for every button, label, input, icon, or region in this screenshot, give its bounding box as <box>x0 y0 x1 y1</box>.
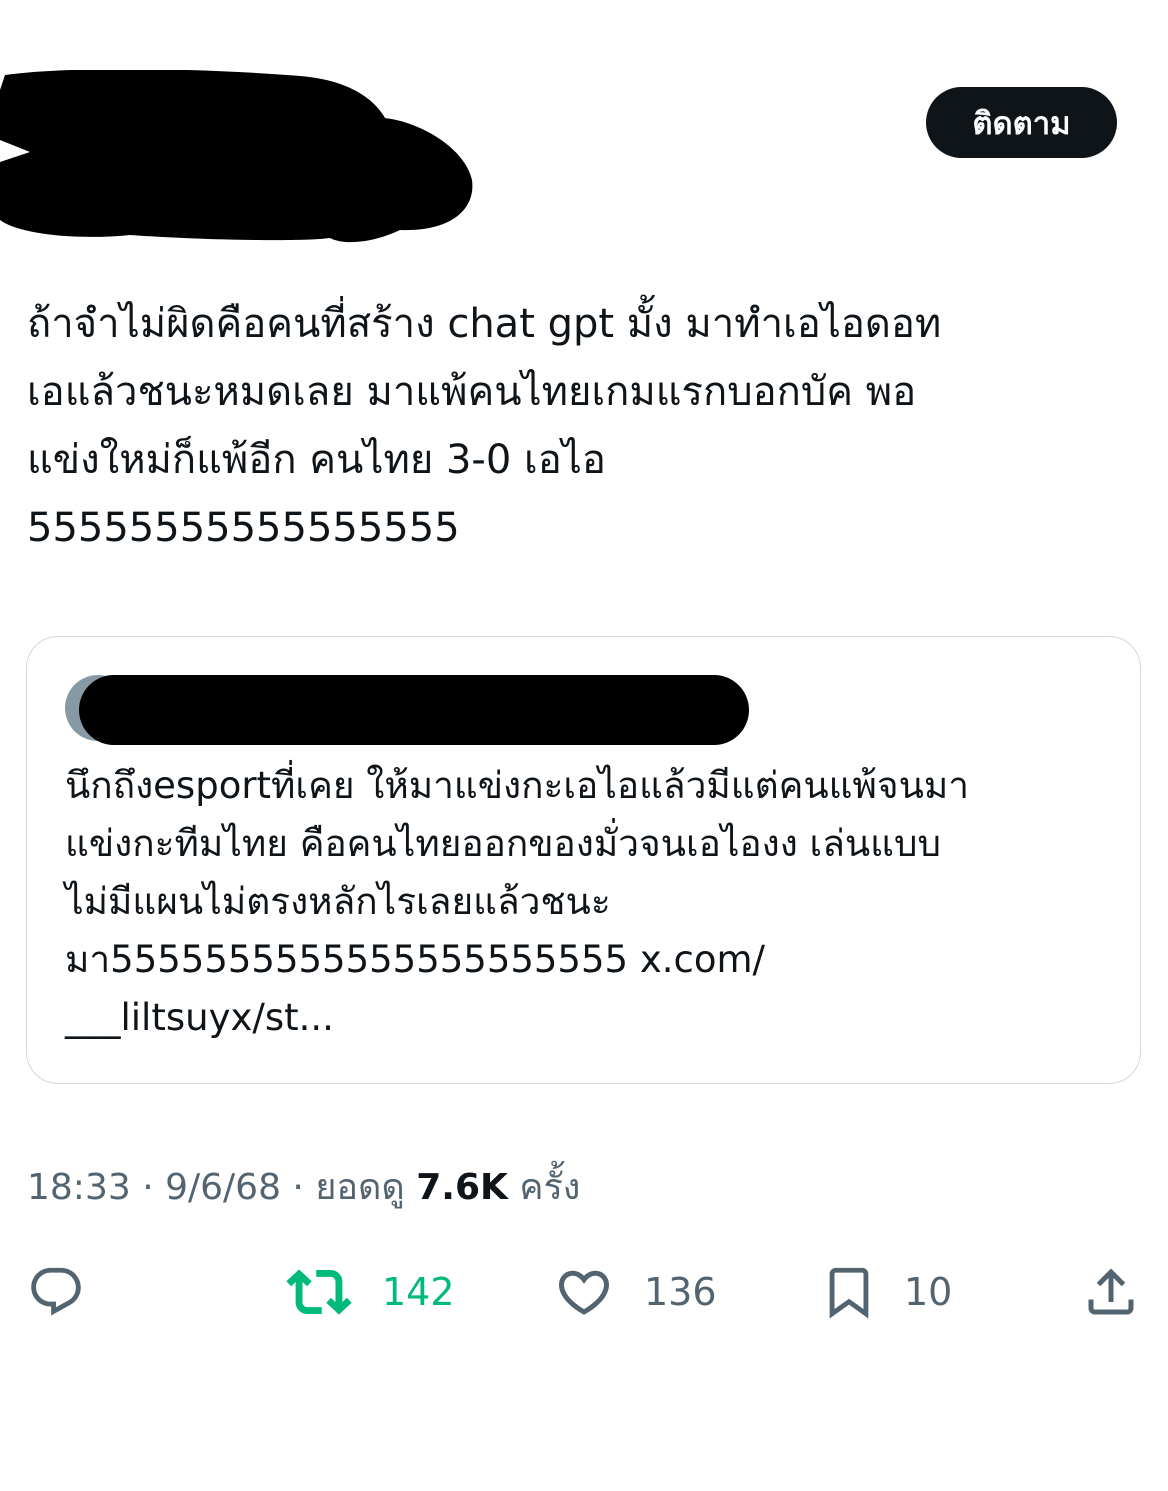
redacted-author-name <box>0 70 473 243</box>
share-button[interactable] <box>1081 1257 1141 1327</box>
retweet-button[interactable]: 142 <box>286 1257 455 1327</box>
tweet-meta: 18:33 · 9/6/68 · ยอดดู 7.6K ครั้ง <box>27 1160 580 1216</box>
views-count: 7.6K <box>416 1167 508 1208</box>
bookmark-count: 10 <box>904 1270 953 1314</box>
meta-separator: · <box>280 1167 316 1208</box>
like-button[interactable]: 136 <box>554 1257 717 1327</box>
bookmark-button[interactable]: 10 <box>820 1257 952 1327</box>
quote-tweet-text: นึกถึงesportที่เคย ให้มาแข่งกะเอไอแล้วมี… <box>65 764 970 1039</box>
reply-button[interactable] <box>27 1257 85 1327</box>
meta-separator: · <box>130 1167 166 1208</box>
tweet-time[interactable]: 18:33 <box>27 1167 131 1208</box>
heart-icon <box>558 1270 610 1315</box>
redacted-quote-author <box>79 675 749 745</box>
quote-tweet-card[interactable]: นึกถึงesportที่เคย ให้มาแข่งกะเอไอแล้วมี… <box>26 636 1141 1084</box>
like-count: 136 <box>644 1270 717 1314</box>
share-icon <box>1088 1268 1134 1315</box>
tweet-date[interactable]: 9/6/68 <box>165 1167 281 1208</box>
views-label: ยอดดู <box>315 1167 405 1208</box>
follow-button[interactable]: ติดตาม <box>926 87 1117 158</box>
retweet-icon <box>286 1269 352 1315</box>
tweet-text: ถ้าจำไม่ผิดคือคนที่สร้าง chat gpt มั้ง ม… <box>27 301 942 551</box>
views-suffix: ครั้ง <box>519 1167 581 1208</box>
bookmark-icon <box>829 1267 869 1319</box>
action-bar: 142 136 10 <box>0 1257 1168 1327</box>
retweet-count: 142 <box>382 1270 455 1314</box>
reply-icon <box>31 1267 81 1316</box>
